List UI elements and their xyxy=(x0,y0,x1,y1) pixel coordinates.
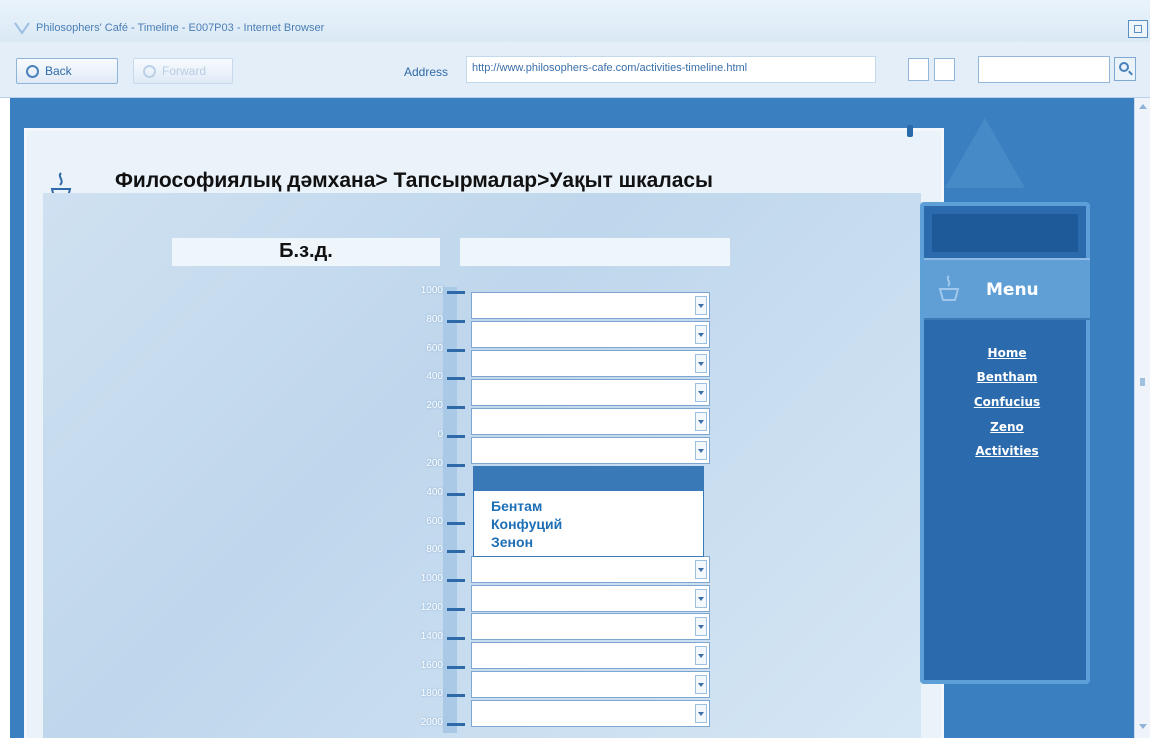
maximize-icon xyxy=(1134,25,1142,33)
open-dropdown-list: Бентам Конфуций Зенон xyxy=(473,466,704,557)
timeline-dropdown[interactable] xyxy=(471,700,710,727)
search-button[interactable] xyxy=(1114,57,1136,81)
tick-mark xyxy=(447,723,465,726)
tick-label: 1400 xyxy=(420,631,443,642)
chevron-down-icon[interactable] xyxy=(695,675,707,694)
tick-label: 400 xyxy=(426,487,443,498)
chevron-down-icon[interactable] xyxy=(695,617,707,636)
tick-mark xyxy=(447,349,465,352)
title-bar: Philosophers' Café - Timeline - E007P03 … xyxy=(0,0,1150,42)
forward-arrow-icon xyxy=(143,65,156,78)
tick-label: 600 xyxy=(426,516,443,527)
chevron-down-icon[interactable] xyxy=(695,383,707,402)
dropdown-option[interactable]: Бентам xyxy=(491,498,542,514)
tick-label: 1000 xyxy=(420,573,443,584)
tick-label: 1200 xyxy=(420,602,443,613)
forward-label: Forward xyxy=(162,64,207,78)
pin-icon xyxy=(907,125,913,137)
tick-mark xyxy=(447,406,465,409)
back-label: Back xyxy=(45,64,72,78)
tick-label: 1000 xyxy=(420,285,443,296)
scroll-up-arrow-icon[interactable] xyxy=(1139,104,1147,109)
tick-label: 600 xyxy=(426,343,443,354)
tick-mark xyxy=(447,493,465,496)
tick-mark xyxy=(447,522,465,525)
tick-mark xyxy=(447,435,465,438)
tick-mark xyxy=(447,291,465,294)
tick-mark xyxy=(447,377,465,380)
menu-top-panel xyxy=(932,214,1078,252)
timeline-dropdown[interactable] xyxy=(471,556,710,583)
window-title: Philosophers' Café - Timeline - E007P03 … xyxy=(36,22,325,34)
timeline-dropdown[interactable] xyxy=(471,585,710,612)
menu-link-home[interactable]: Home xyxy=(924,346,1090,360)
timeline-dropdown[interactable] xyxy=(471,292,710,319)
scroll-down-arrow-icon[interactable] xyxy=(1139,724,1147,729)
chevron-down-icon[interactable] xyxy=(695,704,707,723)
chevron-down-icon[interactable] xyxy=(695,412,707,431)
menu-banner: Menu xyxy=(924,258,1090,320)
chevron-down-icon[interactable] xyxy=(695,646,707,665)
go-forward-small-button[interactable] xyxy=(934,58,955,81)
tick-label: 800 xyxy=(426,544,443,555)
tick-label: 1800 xyxy=(420,688,443,699)
menu-link-zeno[interactable]: Zeno xyxy=(924,420,1090,434)
tick-label: 400 xyxy=(426,371,443,382)
menu-title: Menu xyxy=(986,280,1039,300)
timeline-dropdown[interactable] xyxy=(471,613,710,640)
go-back-small-button[interactable] xyxy=(908,58,929,81)
timeline-dropdown[interactable] xyxy=(471,408,710,435)
browser-icon xyxy=(14,22,30,35)
tick-mark xyxy=(447,637,465,640)
column-header-ad xyxy=(460,238,730,266)
chevron-down-icon[interactable] xyxy=(695,589,707,608)
decorative-triangle xyxy=(945,118,1025,188)
tick-mark xyxy=(447,608,465,611)
column-header-bc: Б.з.д. xyxy=(172,238,440,266)
breadcrumb: Философиялық дәмхана> Тапсырмалар>Уақыт … xyxy=(115,169,713,192)
dropdown-option[interactable]: Зенон xyxy=(491,534,533,550)
timeline-dropdown[interactable] xyxy=(471,350,710,377)
tick-label: 200 xyxy=(426,400,443,411)
timeline-dropdown[interactable] xyxy=(471,437,710,464)
chevron-down-icon[interactable] xyxy=(695,560,707,579)
address-bar[interactable]: http://www.philosophers-cafe.com/activit… xyxy=(466,56,876,83)
timeline-dropdown[interactable] xyxy=(471,671,710,698)
search-input[interactable] xyxy=(978,56,1110,83)
back-arrow-icon xyxy=(26,65,39,78)
forward-button[interactable]: Forward xyxy=(133,58,233,84)
side-menu: Menu Home Bentham Confucius Zeno Activit… xyxy=(920,202,1090,684)
timeline-dropdown[interactable] xyxy=(471,642,710,669)
tick-mark xyxy=(447,666,465,669)
tick-label: 200 xyxy=(426,458,443,469)
dropdown-list-header xyxy=(474,467,703,491)
tick-mark xyxy=(447,550,465,553)
maximize-button[interactable] xyxy=(1128,20,1148,38)
tick-mark xyxy=(447,320,465,323)
tick-label: 1600 xyxy=(420,660,443,671)
scroll-thumb[interactable] xyxy=(1140,378,1145,386)
chevron-down-icon[interactable] xyxy=(695,441,707,460)
tick-mark xyxy=(447,579,465,582)
menu-link-confucius[interactable]: Confucius xyxy=(924,395,1090,409)
tick-mark xyxy=(447,694,465,697)
timeline-dropdown[interactable] xyxy=(471,321,710,348)
address-label: Address xyxy=(404,65,449,79)
chevron-down-icon[interactable] xyxy=(695,354,707,373)
content-panel: Философиялық дәмхана> Тапсырмалар>Уақыт … xyxy=(24,125,944,738)
tick-label: 0 xyxy=(437,429,443,440)
back-button[interactable]: Back xyxy=(16,58,118,84)
vertical-scrollbar[interactable] xyxy=(1134,98,1150,738)
menu-link-activities[interactable]: Activities xyxy=(924,444,1090,458)
tick-label: 2000 xyxy=(420,717,443,728)
coffee-cup-icon xyxy=(938,275,960,301)
chevron-down-icon[interactable] xyxy=(695,325,707,344)
dropdown-option[interactable]: Конфуций xyxy=(491,516,562,532)
web-page: Философиялық дәмхана> Тапсырмалар>Уақыт … xyxy=(10,98,1134,738)
menu-link-bentham[interactable]: Bentham xyxy=(924,370,1090,384)
chevron-down-icon[interactable] xyxy=(695,296,707,315)
tick-mark xyxy=(447,464,465,467)
timeline-dropdown[interactable] xyxy=(471,379,710,406)
tick-label: 800 xyxy=(426,314,443,325)
